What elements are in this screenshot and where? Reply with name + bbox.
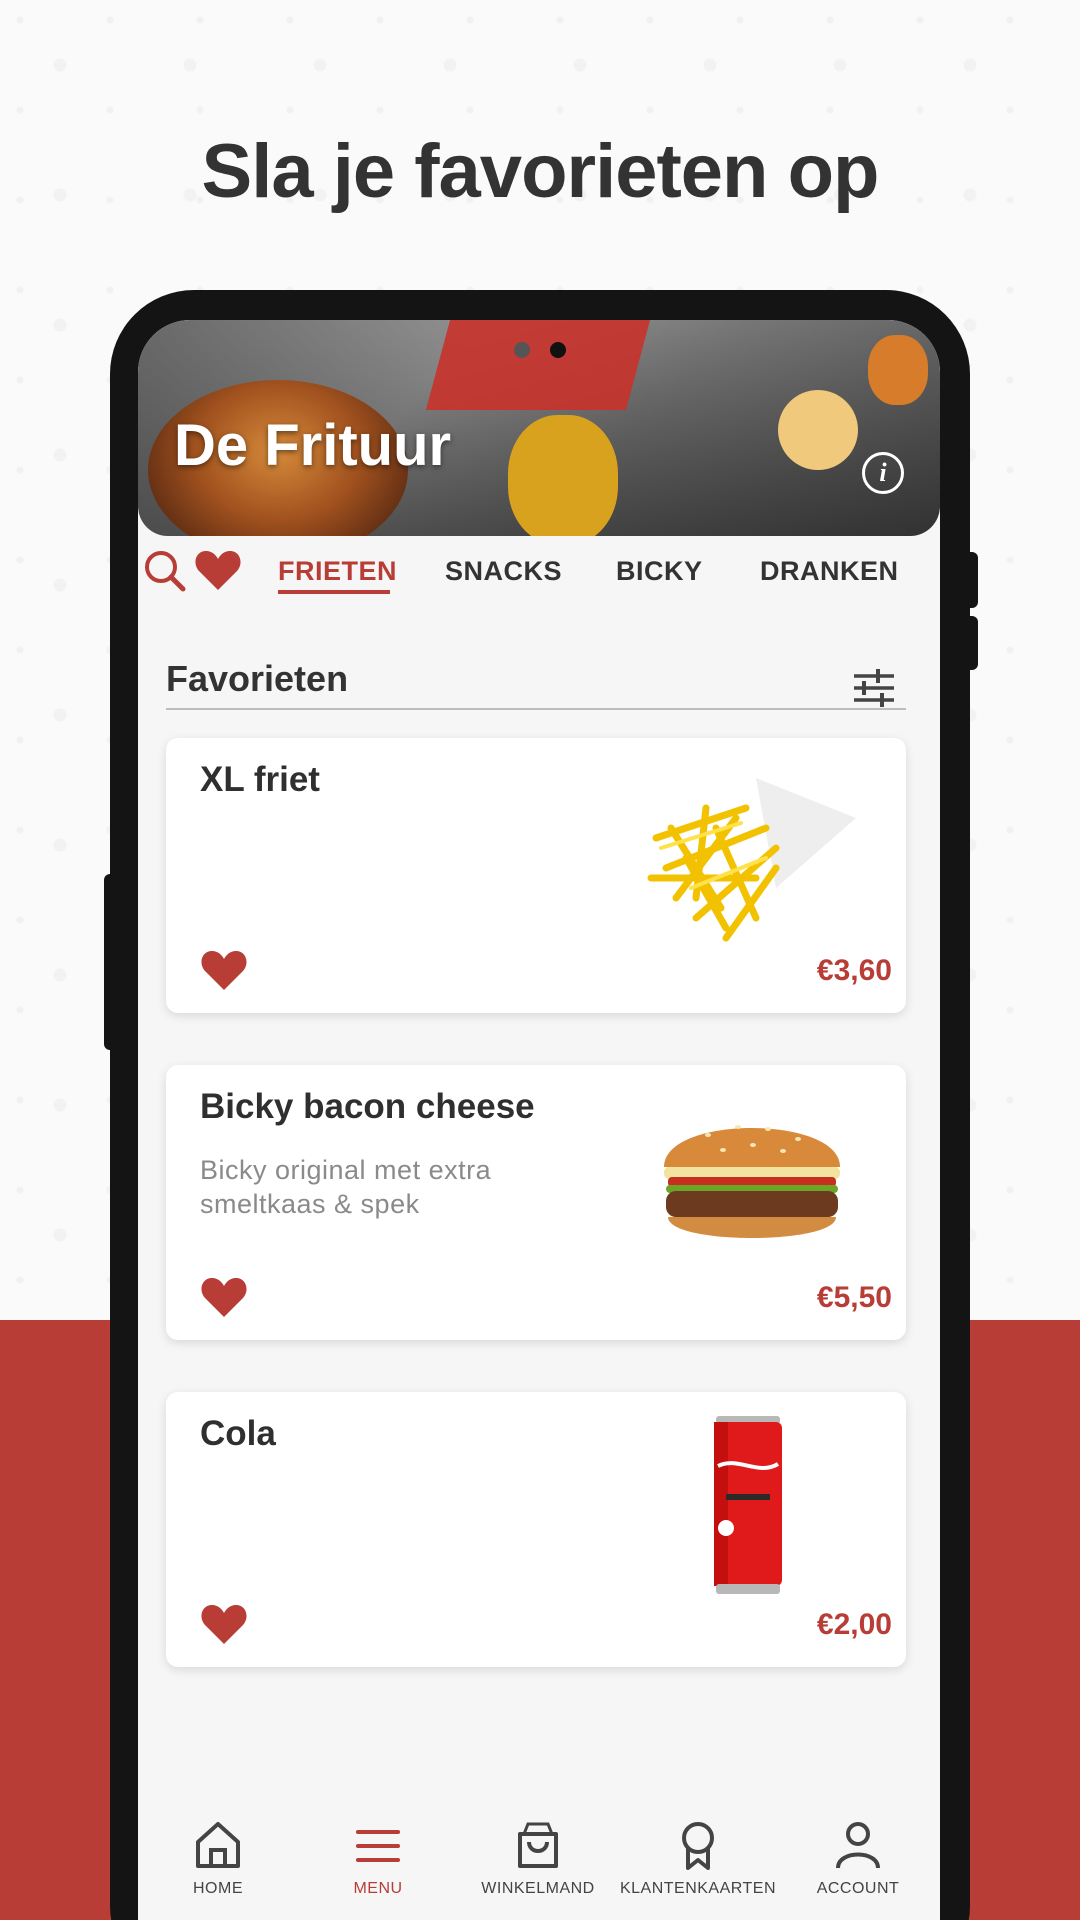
camera-lens <box>550 342 566 358</box>
info-icon[interactable]: i <box>862 452 904 494</box>
product-card[interactable]: XL friet €3,60 <box>166 738 906 1013</box>
user-icon <box>836 1822 880 1869</box>
tab-frieten[interactable]: FRIETEN <box>278 556 397 587</box>
shop-name: De Frituur <box>174 413 452 478</box>
section-title: Favorieten <box>166 658 349 699</box>
product-price: €5,50 <box>816 1281 892 1314</box>
camera-sensor <box>514 342 530 358</box>
product-card[interactable]: Bicky bacon cheese Bicky original met ex… <box>166 1065 906 1340</box>
nav-label: ACCOUNT <box>816 1880 900 1897</box>
banner-character-art <box>778 390 858 470</box>
heart-icon[interactable] <box>200 948 248 992</box>
nav-label: KLANTENKAARTEN <box>619 1880 777 1897</box>
banner-character-art <box>508 415 618 536</box>
fries-image <box>647 778 856 942</box>
nav-label: HOME <box>193 1880 243 1897</box>
product-name: Cola <box>200 1414 276 1453</box>
tab-dranken[interactable]: DRANKEN <box>760 556 899 587</box>
nav-loyalty-cards[interactable]: KLANTENKAARTEN <box>618 1820 778 1898</box>
shop-banner: De Frituur i <box>138 320 940 536</box>
section-divider <box>166 708 906 710</box>
nav-label: MENU <box>353 1880 403 1897</box>
nav-label: WINKELMAND <box>481 1880 595 1897</box>
nav-account[interactable]: ACCOUNT <box>778 1820 938 1898</box>
bag-icon <box>518 1822 558 1868</box>
filter-icon[interactable] <box>852 668 896 708</box>
active-tab-indicator <box>278 590 390 594</box>
product-price: €2,00 <box>816 1608 892 1641</box>
heart-icon[interactable] <box>200 1602 248 1646</box>
heart-icon[interactable] <box>200 1275 248 1319</box>
product-card[interactable]: Cola €2,00 <box>166 1392 906 1667</box>
banner-graffiti-art <box>425 320 651 410</box>
product-description: Bicky original met extra smeltkaas & spe… <box>200 1155 492 1219</box>
menu-icon <box>356 1830 400 1862</box>
burger-image <box>664 1125 840 1238</box>
nav-cart[interactable]: WINKELMAND <box>458 1820 618 1898</box>
heart-icon[interactable] <box>194 548 242 592</box>
promo-headline: Sla je favorieten op <box>201 129 880 214</box>
app-screen: De Frituur i FRIETEN SNACKS BICKY DRANKE… <box>138 320 940 1920</box>
search-icon[interactable] <box>142 548 188 594</box>
product-name: Bicky bacon cheese <box>200 1087 535 1126</box>
award-icon <box>682 1822 714 1870</box>
bottom-navigation: HOME MENU WINKELMAND KLANTENKAARTEN ACCO… <box>138 1820 940 1920</box>
product-name: XL friet <box>200 760 320 799</box>
tab-bicky[interactable]: BICKY <box>616 556 703 587</box>
phone-volume-button <box>962 616 978 670</box>
nav-menu[interactable]: MENU <box>298 1820 458 1898</box>
banner-burger-art <box>868 335 928 405</box>
home-icon <box>196 1822 240 1868</box>
category-bar: FRIETEN SNACKS BICKY DRANKEN <box>138 536 940 612</box>
phone-power-button <box>104 874 116 1050</box>
nav-home[interactable]: HOME <box>138 1820 298 1898</box>
tab-snacks[interactable]: SNACKS <box>445 556 562 587</box>
product-price: €3,60 <box>816 954 892 987</box>
phone-volume-button <box>962 552 978 608</box>
cola-can-image <box>714 1416 782 1594</box>
